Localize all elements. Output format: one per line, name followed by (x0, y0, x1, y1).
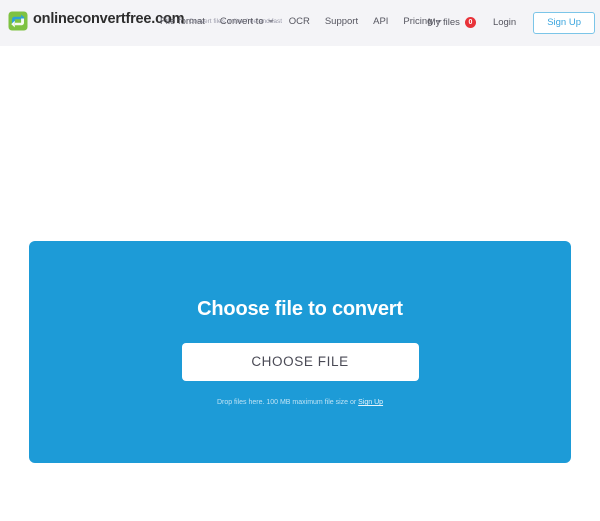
nav-item-support[interactable]: Support (325, 16, 358, 27)
nav-label: File format (160, 16, 205, 27)
site-header: onlineconvertfree.com Convert files onli… (0, 0, 600, 46)
login-link[interactable]: Login (493, 17, 516, 28)
upload-dropzone[interactable]: Choose file to convert CHOOSE FILE Drop … (29, 241, 571, 463)
choose-file-button[interactable]: CHOOSE FILE (181, 343, 419, 381)
convert-arrows-icon (8, 11, 28, 31)
chevron-down-icon (267, 20, 274, 23)
sign-up-button[interactable]: Sign Up (533, 12, 595, 34)
main-navigation: File format Convert to OCR Support API P… (160, 16, 443, 27)
my-files-count-badge: 0 (464, 17, 476, 29)
upload-title: Choose file to convert (197, 298, 403, 320)
my-files-label: My files (427, 17, 460, 29)
nav-label: Convert to (219, 16, 264, 27)
nav-item-ocr[interactable]: OCR (289, 16, 310, 27)
nav-label: API (373, 16, 389, 27)
nav-item-convert-to[interactable]: Convert to (220, 16, 274, 27)
main-content: Choose file to convert CHOOSE FILE Drop … (0, 46, 600, 521)
nav-label: OCR (288, 16, 310, 27)
nav-item-api[interactable]: API (373, 16, 388, 27)
drop-hint-text: Drop files here. 100 MB maximum file siz… (29, 398, 571, 408)
user-navigation: My files 0 Login Sign Up (428, 12, 595, 34)
my-files-link[interactable]: My files 0 (427, 17, 476, 29)
drop-hint-signup-link[interactable]: Sign Up (358, 399, 383, 406)
drop-hint-prefix: Drop files here. 100 MB maximum file siz… (216, 399, 359, 406)
nav-label: Support (324, 16, 359, 27)
nav-item-file-format[interactable]: File format (160, 16, 205, 27)
